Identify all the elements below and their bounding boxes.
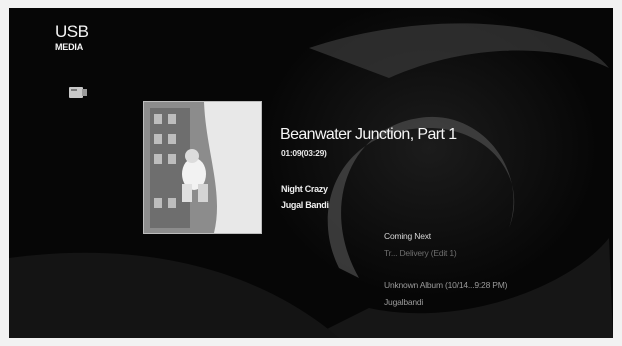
media-player-screen: USB MEDIA Beanwater Junction, Part 1 01:… [9,8,613,338]
album-art [143,101,262,234]
up-next-album: Unknown Album (10/14...9:28 PM) [384,280,508,290]
track-title: Beanwater Junction, Part 1 [280,126,457,143]
up-next-heading: Coming Next [384,231,431,241]
media-label: MEDIA [55,42,83,52]
up-next-title: Tr... Delivery (Edit 1) [384,248,457,258]
up-next-artist: Jugalbandi [384,297,424,307]
track-time: 01:09(03:29) [281,148,327,158]
background-swirl [9,8,613,338]
track-album: Jugal Bandi [281,200,329,210]
usb-drive-icon [69,86,87,99]
track-artist: Night Crazy [281,184,328,194]
usb-label: USB [55,22,89,41]
source-label: USB MEDIA [55,22,89,52]
